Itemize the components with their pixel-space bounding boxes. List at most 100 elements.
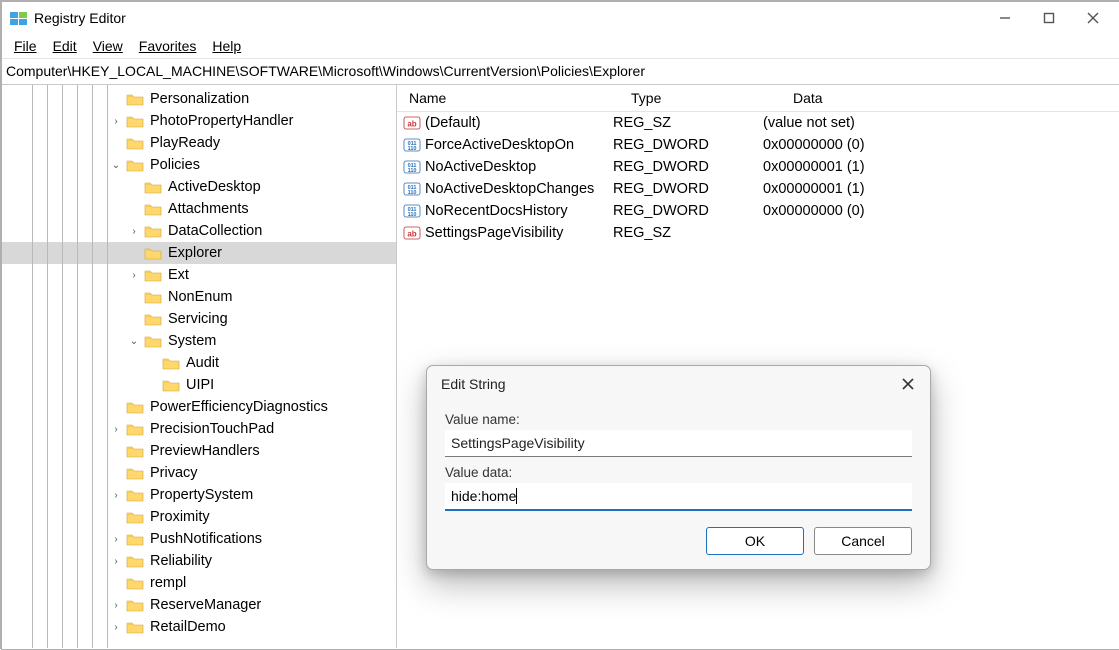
menu-file[interactable]: File	[8, 36, 43, 56]
chevron-right-icon[interactable]: ›	[108, 116, 124, 127]
value-row[interactable]: (Default)REG_SZ(value not set)	[397, 112, 1119, 134]
tree-item[interactable]: Servicing	[2, 308, 396, 330]
tree-item[interactable]: Proximity	[2, 506, 396, 528]
value-type: REG_DWORD	[613, 203, 763, 219]
minimize-button[interactable]	[983, 3, 1027, 33]
tree-item[interactable]: NonEnum	[2, 286, 396, 308]
tree-item[interactable]: UIPI	[2, 374, 396, 396]
reg-binary-icon	[403, 180, 421, 198]
value-data-input[interactable]: hide:home	[445, 483, 912, 511]
maximize-button[interactable]	[1027, 3, 1071, 33]
value-data: 0x00000000 (0)	[763, 137, 1119, 153]
tree-item[interactable]: ⌄ System	[2, 330, 396, 352]
tree-item[interactable]: Personalization	[2, 88, 396, 110]
tree-item[interactable]: Explorer	[2, 242, 396, 264]
folder-icon	[126, 576, 144, 590]
tree-item[interactable]: ›Ext	[2, 264, 396, 286]
tree-item[interactable]: Attachments	[2, 198, 396, 220]
reg-string-icon	[403, 224, 421, 242]
tree-item[interactable]: ⌄ Policies	[2, 154, 396, 176]
chevron-right-icon[interactable]: ›	[126, 226, 142, 237]
value-type: REG_DWORD	[613, 181, 763, 197]
value-row[interactable]: NoActiveDesktopREG_DWORD0x00000001 (1)	[397, 156, 1119, 178]
value-name: NoActiveDesktop	[425, 159, 536, 175]
reg-binary-icon	[403, 136, 421, 154]
folder-icon	[144, 268, 162, 282]
tree-item-label: Policies	[148, 157, 202, 173]
tree-item[interactable]: rempl	[2, 572, 396, 594]
tree-item[interactable]: Audit	[2, 352, 396, 374]
folder-icon	[126, 510, 144, 524]
tree-item-label: PlayReady	[148, 135, 222, 151]
value-type: REG_SZ	[613, 225, 763, 241]
reg-string-icon	[403, 114, 421, 132]
tree-item[interactable]: › DataCollection	[2, 220, 396, 242]
tree-item[interactable]: › Reliability	[2, 550, 396, 572]
tree-item-label: ActiveDesktop	[166, 179, 263, 195]
tree-item[interactable]: ›ReserveManager	[2, 594, 396, 616]
tree-item-label: DataCollection	[166, 223, 264, 239]
tree-item-label: NonEnum	[166, 289, 234, 305]
menu-view[interactable]: View	[87, 36, 129, 56]
tree-pane[interactable]: Personalization ›PhotoPropertyHandler Play…	[2, 85, 397, 648]
workspace: Personalization ›PhotoPropertyHandler Play…	[2, 85, 1119, 648]
column-data[interactable]: Data	[787, 86, 1119, 110]
value-data-label: Value data:	[445, 465, 912, 480]
tree-item[interactable]: ›PushNotifications	[2, 528, 396, 550]
tree-item-label: Servicing	[166, 311, 230, 327]
folder-icon	[162, 356, 180, 370]
tree-item-label: PowerEfficiencyDiagnostics	[148, 399, 330, 415]
tree-item-label: PrecisionTouchPad	[148, 421, 276, 437]
tree-item[interactable]: PowerEfficiencyDiagnostics	[2, 396, 396, 418]
tree-item[interactable]: ActiveDesktop	[2, 176, 396, 198]
chevron-right-icon[interactable]: ›	[126, 270, 142, 281]
menu-help[interactable]: Help	[206, 36, 247, 56]
address-bar[interactable]: Computer\HKEY_LOCAL_MACHINE\SOFTWARE\Mic…	[2, 58, 1119, 85]
value-row[interactable]: SettingsPageVisibilityREG_SZ	[397, 222, 1119, 244]
folder-icon	[144, 290, 162, 304]
ok-button[interactable]: OK	[706, 527, 804, 555]
folder-icon	[126, 92, 144, 106]
value-name: ForceActiveDesktopOn	[425, 137, 574, 153]
value-name-label: Value name:	[445, 412, 912, 427]
folder-icon	[126, 422, 144, 436]
value-name-input[interactable]	[445, 430, 912, 457]
tree-item-label: Attachments	[166, 201, 251, 217]
value-data: 0x00000001 (1)	[763, 181, 1119, 197]
tree-item[interactable]: ›RetailDemo	[2, 616, 396, 638]
close-button[interactable]	[1071, 3, 1115, 33]
tree-item-label: UIPI	[184, 377, 216, 393]
tree-item[interactable]: ›PropertySystem	[2, 484, 396, 506]
text-caret	[516, 488, 517, 504]
chevron-right-icon[interactable]: ›	[108, 490, 124, 501]
tree-item-label: Reliability	[148, 553, 214, 569]
tree-item[interactable]: › PrecisionTouchPad	[2, 418, 396, 440]
column-type[interactable]: Type	[625, 86, 787, 110]
tree-item[interactable]: ›PhotoPropertyHandler	[2, 110, 396, 132]
tree-item[interactable]: PlayReady	[2, 132, 396, 154]
value-name: NoRecentDocsHistory	[425, 203, 568, 219]
menu-edit[interactable]: Edit	[47, 36, 83, 56]
cancel-button[interactable]: Cancel	[814, 527, 912, 555]
tree-item[interactable]: Privacy	[2, 462, 396, 484]
chevron-down-icon[interactable]: ⌄	[126, 336, 142, 347]
chevron-right-icon[interactable]: ›	[108, 556, 124, 567]
value-row[interactable]: ForceActiveDesktopOnREG_DWORD0x00000000 …	[397, 134, 1119, 156]
tree-item-label: Personalization	[148, 91, 251, 107]
menu-favorites[interactable]: Favorites	[133, 36, 203, 56]
chevron-down-icon[interactable]: ⌄	[108, 160, 124, 171]
value-row[interactable]: NoRecentDocsHistoryREG_DWORD0x00000000 (…	[397, 200, 1119, 222]
dialog-close-button[interactable]	[898, 374, 918, 394]
tree-item-label: Explorer	[166, 245, 224, 261]
value-row[interactable]: NoActiveDesktopChangesREG_DWORD0x0000000…	[397, 178, 1119, 200]
tree-item-label: System	[166, 333, 218, 349]
column-name[interactable]: Name	[403, 86, 625, 110]
edit-string-dialog: Edit String Value name: Value data: hide…	[426, 365, 931, 570]
tree-item[interactable]: PreviewHandlers	[2, 440, 396, 462]
chevron-right-icon[interactable]: ›	[108, 424, 124, 435]
chevron-right-icon[interactable]: ›	[108, 622, 124, 633]
chevron-right-icon[interactable]: ›	[108, 534, 124, 545]
folder-icon	[126, 158, 144, 172]
chevron-right-icon[interactable]: ›	[108, 600, 124, 611]
folder-icon	[126, 532, 144, 546]
